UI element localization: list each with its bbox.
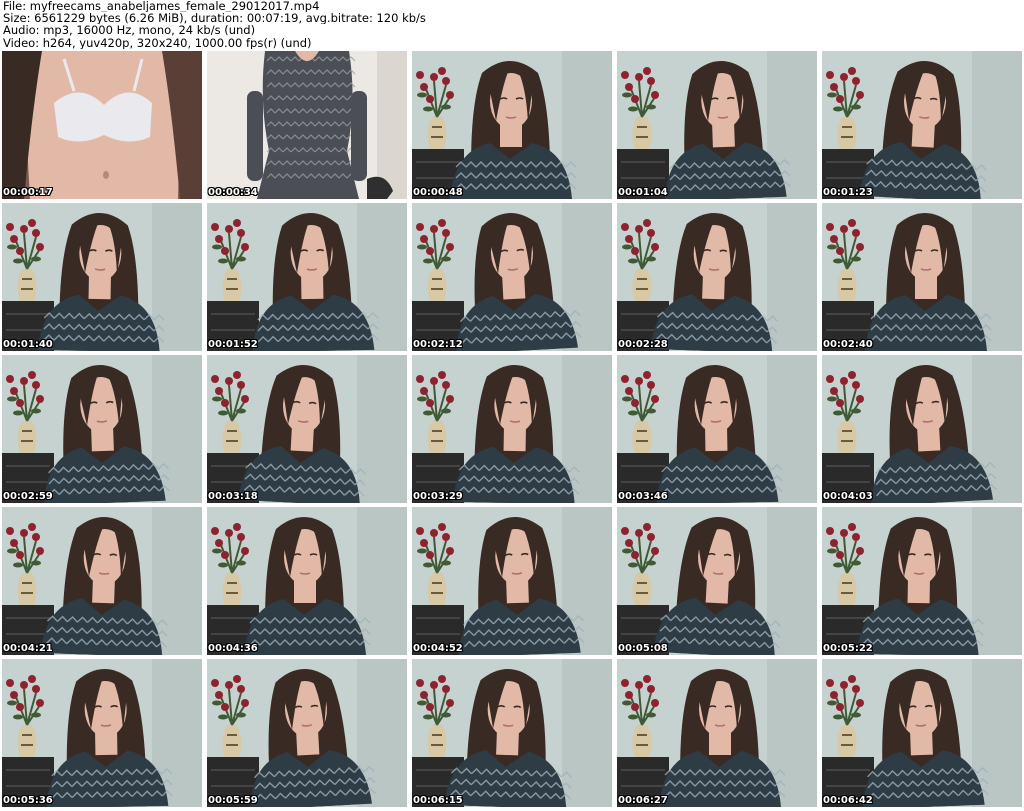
video-thumbnail: 00:00:17 (2, 51, 202, 199)
video-thumbnail: 00:04:03 (822, 355, 1022, 503)
thumbnail-frame-image (412, 659, 612, 807)
thumbnail-frame-image (412, 355, 612, 503)
thumbnail-frame-image (617, 51, 817, 199)
thumbnail-frame-image (617, 203, 817, 351)
thumbnail-timestamp: 00:02:59 (3, 491, 53, 502)
video-thumbnail: 00:05:22 (822, 507, 1022, 655)
thumbnail-timestamp: 00:01:04 (618, 187, 668, 198)
thumbnail-grid: 00:00:17 00:00:34 00:00:48 00:01:04 00:01:23… (2, 51, 1022, 809)
thumbnail-timestamp: 00:02:12 (413, 339, 463, 350)
video-thumbnail: 00:02:59 (2, 355, 202, 503)
thumbnail-timestamp: 00:03:18 (208, 491, 258, 502)
video-thumbnail: 00:00:48 (412, 51, 612, 199)
thumbnail-timestamp: 00:06:27 (618, 795, 668, 806)
thumbnail-frame-image (822, 659, 1022, 807)
thumbnail-frame-image (617, 659, 817, 807)
video-thumbnail: 00:05:08 (617, 507, 817, 655)
video-thumbnail: 00:04:21 (2, 507, 202, 655)
thumbnail-frame-image (617, 507, 817, 655)
video-thumbnail: 00:05:59 (207, 659, 407, 807)
video-thumbnail: 00:01:23 (822, 51, 1022, 199)
thumbnail-timestamp: 00:01:23 (823, 187, 873, 198)
thumbnail-timestamp: 00:03:46 (618, 491, 668, 502)
thumbnail-frame-image (822, 203, 1022, 351)
thumbnail-timestamp: 00:00:34 (208, 187, 258, 198)
thumbnail-frame-image (412, 203, 612, 351)
video-thumbnail: 00:03:18 (207, 355, 407, 503)
video-thumbnail: 00:06:15 (412, 659, 612, 807)
thumbnail-frame-image (2, 507, 202, 655)
file-info-header: File: myfreecams_anabeljames_female_2901… (3, 0, 1021, 50)
thumbnail-frame-image (412, 51, 612, 199)
thumbnail-frame-image (207, 203, 407, 351)
thumbnail-timestamp: 00:06:15 (413, 795, 463, 806)
thumbnail-timestamp: 00:05:22 (823, 643, 873, 654)
thumbnail-frame-image (207, 507, 407, 655)
thumbnail-timestamp: 00:00:17 (3, 187, 53, 198)
file-size-line: Size: 6561229 bytes (6.26 MiB), duration… (3, 12, 426, 25)
video-info-line: Video: h264, yuv420p, 320x240, 1000.00 f… (3, 36, 312, 49)
thumbnail-frame-image (822, 51, 1022, 199)
thumbnail-frame-image (617, 355, 817, 503)
thumbnail-timestamp: 00:01:40 (3, 339, 53, 350)
thumbnail-timestamp: 00:03:29 (413, 491, 463, 502)
thumbnail-timestamp: 00:00:48 (413, 187, 463, 198)
thumbnail-frame-image (207, 51, 407, 199)
video-thumbnail: 00:06:42 (822, 659, 1022, 807)
thumbnail-timestamp: 00:05:59 (208, 795, 258, 806)
video-thumbnail: 00:04:52 (412, 507, 612, 655)
file-name-line: File: myfreecams_anabeljames_female_2901… (3, 0, 320, 13)
video-thumbnail: 00:03:29 (412, 355, 612, 503)
video-thumbnail: 00:01:40 (2, 203, 202, 351)
video-thumbnail: 00:00:34 (207, 51, 407, 199)
thumbnail-frame-image (412, 507, 612, 655)
video-thumbnail: 00:03:46 (617, 355, 817, 503)
thumbnail-frame-image (2, 51, 202, 199)
video-thumbnail: 00:06:27 (617, 659, 817, 807)
thumbnail-frame-image (207, 659, 407, 807)
thumbnail-timestamp: 00:04:52 (413, 643, 463, 654)
thumbnail-timestamp: 00:02:40 (823, 339, 873, 350)
thumbnail-timestamp: 00:02:28 (618, 339, 668, 350)
thumbnail-timestamp: 00:04:36 (208, 643, 258, 654)
video-thumbnail: 00:02:28 (617, 203, 817, 351)
video-thumbnail: 00:02:12 (412, 203, 612, 351)
video-thumbnail: 00:02:40 (822, 203, 1022, 351)
video-thumbnail: 00:01:04 (617, 51, 817, 199)
video-thumbnail: 00:04:36 (207, 507, 407, 655)
thumbnail-timestamp: 00:01:52 (208, 339, 258, 350)
video-thumbnail: 00:01:52 (207, 203, 407, 351)
thumbnail-frame-image (2, 355, 202, 503)
thumbnail-frame-image (2, 659, 202, 807)
thumbnail-frame-image (822, 507, 1022, 655)
thumbnail-timestamp: 00:04:21 (3, 643, 53, 654)
thumbnail-frame-image (2, 203, 202, 351)
thumbnail-timestamp: 00:05:36 (3, 795, 53, 806)
thumbnail-timestamp: 00:06:42 (823, 795, 873, 806)
thumbnail-timestamp: 00:05:08 (618, 643, 668, 654)
audio-info-line: Audio: mp3, 16000 Hz, mono, 24 kb/s (und… (3, 24, 256, 37)
thumbnail-frame-image (207, 355, 407, 503)
thumbnail-frame-image (822, 355, 1022, 503)
video-thumbnail: 00:05:36 (2, 659, 202, 807)
thumbnail-timestamp: 00:04:03 (823, 491, 873, 502)
